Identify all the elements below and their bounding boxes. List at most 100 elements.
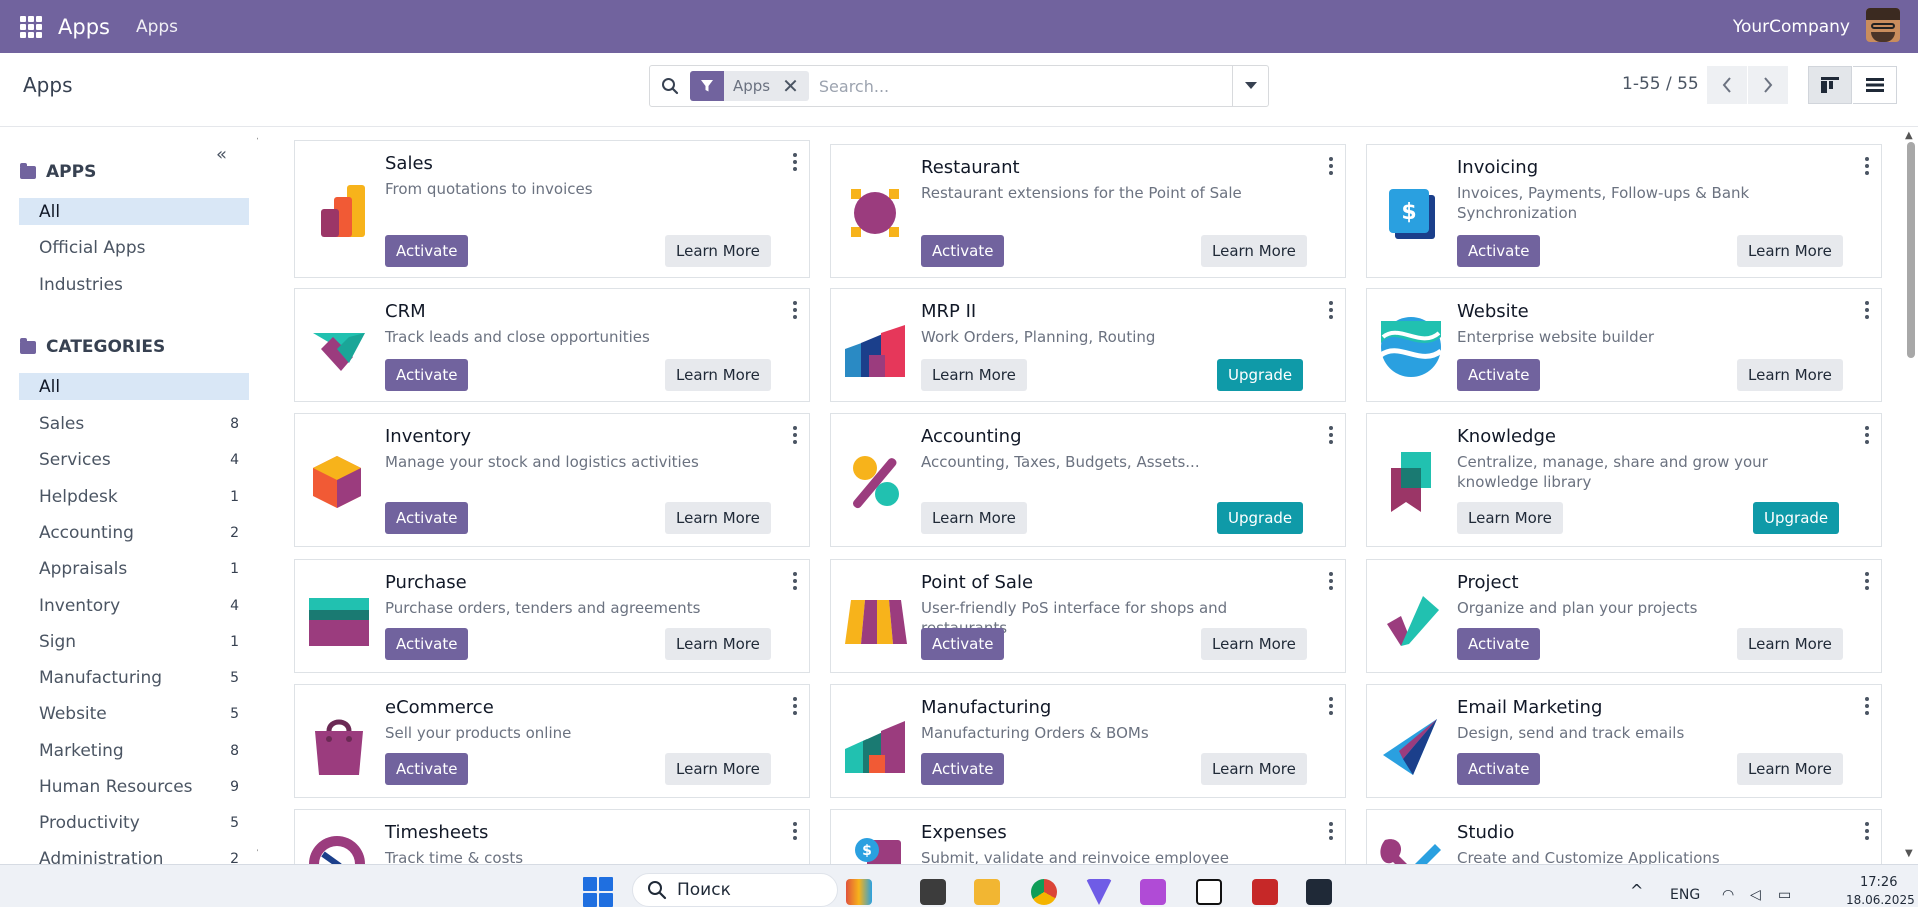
card-menu-icon[interactable]	[1329, 301, 1333, 319]
card-menu-icon[interactable]	[1329, 157, 1333, 175]
filezilla-icon[interactable]	[1252, 879, 1278, 905]
activate-button[interactable]: Activate	[921, 753, 1005, 785]
app-card-purchase[interactable]: Purchase Purchase orders, tenders and ag…	[294, 559, 810, 673]
app-card-point-of-sale[interactable]: Point of Sale User-friendly PoS interfac…	[830, 559, 1346, 673]
pager-previous-button[interactable]	[1707, 66, 1747, 104]
sidebar-scrollbar[interactable]: ▲ ▼	[256, 128, 258, 864]
sidebar-category-sign[interactable]: Sign 1	[19, 628, 249, 655]
file-explorer-icon[interactable]	[974, 879, 1000, 905]
activate-button[interactable]: Activate	[921, 628, 1005, 660]
sidebar-category-inventory[interactable]: Inventory 4	[19, 592, 249, 619]
app-card-inventory[interactable]: Inventory Manage your stock and logistic…	[294, 413, 810, 547]
card-menu-icon[interactable]	[793, 426, 797, 444]
brand-title[interactable]: Apps	[58, 15, 110, 39]
language-indicator[interactable]: ENG	[1670, 887, 1700, 903]
learn-more-button[interactable]: Learn More	[1737, 359, 1843, 391]
sidebar-category-accounting[interactable]: Accounting 2	[19, 519, 249, 546]
windows-start-icon[interactable]	[583, 877, 613, 907]
activate-button[interactable]: Activate	[1457, 359, 1541, 391]
app-card-accounting[interactable]: Accounting Accounting, Taxes, Budgets, A…	[830, 413, 1346, 547]
terminal-like-app-icon[interactable]	[920, 879, 946, 905]
battery-icon[interactable]: ▭	[1778, 887, 1791, 903]
activate-button[interactable]: Activate	[385, 359, 469, 391]
console-icon[interactable]	[1306, 879, 1332, 905]
clock-date[interactable]: 18.06.2025	[1846, 893, 1915, 907]
search-options-toggle[interactable]	[1232, 66, 1268, 106]
clock-time[interactable]: 17:26	[1860, 875, 1897, 890]
app-card-manufacturing[interactable]: Manufacturing Manufacturing Orders & BOM…	[830, 684, 1346, 798]
activate-button[interactable]: Activate	[385, 753, 469, 785]
learn-more-button[interactable]: Learn More	[1737, 628, 1843, 660]
app-menu-grid-icon[interactable]	[20, 15, 42, 38]
learn-more-button[interactable]: Learn More	[1457, 502, 1563, 534]
card-menu-icon[interactable]	[793, 153, 797, 171]
card-menu-icon[interactable]	[1329, 572, 1333, 590]
upgrade-button[interactable]: Upgrade	[1217, 359, 1304, 391]
app-card-email-marketing[interactable]: Email Marketing Design, send and track e…	[1366, 684, 1882, 798]
learn-more-button[interactable]: Learn More	[921, 502, 1027, 534]
activate-button[interactable]: Activate	[385, 502, 469, 534]
scroll-thumb[interactable]	[1907, 142, 1915, 358]
sidebar-category-all[interactable]: All	[19, 373, 249, 400]
chrome-icon[interactable]	[1031, 879, 1057, 905]
activate-button[interactable]: Activate	[1457, 235, 1541, 267]
card-menu-icon[interactable]	[793, 822, 797, 840]
app-card-sales[interactable]: Sales From quotations to invoices Activa…	[294, 140, 810, 278]
taskbar-search[interactable]: Поиск	[632, 873, 838, 907]
card-menu-icon[interactable]	[793, 697, 797, 715]
sidebar-category-human-resources[interactable]: Human Resources 9	[19, 773, 249, 800]
card-menu-icon[interactable]	[1865, 572, 1869, 590]
volume-icon[interactable]: ◁	[1750, 887, 1761, 903]
company-switcher[interactable]: YourCompany	[1733, 17, 1850, 37]
card-menu-icon[interactable]	[1865, 157, 1869, 175]
app-card-project[interactable]: Project Organize and plan your projects …	[1366, 559, 1882, 673]
kanban-view-button[interactable]	[1808, 66, 1852, 104]
learn-more-button[interactable]: Learn More	[1737, 235, 1843, 267]
activate-button[interactable]: Activate	[385, 235, 469, 267]
pager-value[interactable]: 1-55 / 55	[1622, 74, 1699, 94]
app-card-restaurant[interactable]: Restaurant Restaurant extensions for the…	[830, 144, 1346, 278]
scroll-up-icon[interactable]: ▲	[1905, 130, 1913, 141]
search-bar[interactable]: Apps ✕	[649, 65, 1269, 107]
sidebar-category-manufacturing[interactable]: Manufacturing 5	[19, 664, 249, 691]
main-scrollbar[interactable]: ▲ ▼	[1904, 128, 1916, 864]
card-menu-icon[interactable]	[1865, 822, 1869, 840]
list-view-button[interactable]	[1853, 66, 1897, 104]
app-card-website[interactable]: Website Enterprise website builder Activ…	[1366, 288, 1882, 402]
card-menu-icon[interactable]	[1329, 822, 1333, 840]
collapse-sidebar-icon[interactable]: «	[216, 144, 227, 165]
learn-more-button[interactable]: Learn More	[921, 359, 1027, 391]
sidebar-category-appraisals[interactable]: Appraisals 1	[19, 555, 249, 582]
menu-item-apps[interactable]: Apps	[136, 17, 178, 37]
user-avatar[interactable]	[1866, 8, 1900, 42]
learn-more-button[interactable]: Learn More	[665, 502, 771, 534]
scroll-down-icon[interactable]: ▼	[1905, 848, 1913, 859]
upgrade-button[interactable]: Upgrade	[1753, 502, 1840, 534]
sidebar-item-industries[interactable]: Industries	[19, 271, 249, 298]
card-menu-icon[interactable]	[793, 572, 797, 590]
learn-more-button[interactable]: Learn More	[1201, 628, 1307, 660]
app-card-invoicing[interactable]: $ Invoicing Invoices, Payments, Follow-u…	[1366, 144, 1882, 278]
activate-button[interactable]: Activate	[921, 235, 1005, 267]
sidebar-category-marketing[interactable]: Marketing 8	[19, 737, 249, 764]
snipping-tool-icon[interactable]	[1140, 879, 1166, 905]
pager-next-button[interactable]	[1748, 66, 1788, 104]
activate-button[interactable]: Activate	[385, 628, 469, 660]
books-app-icon[interactable]	[846, 879, 872, 905]
notion-icon[interactable]	[1196, 879, 1222, 905]
card-menu-icon[interactable]	[1329, 426, 1333, 444]
activate-button[interactable]: Activate	[1457, 628, 1541, 660]
card-menu-icon[interactable]	[1865, 301, 1869, 319]
card-menu-icon[interactable]	[1865, 426, 1869, 444]
sidebar-category-productivity[interactable]: Productivity 5	[19, 809, 249, 836]
learn-more-button[interactable]: Learn More	[1737, 753, 1843, 785]
sidebar-item-official-apps[interactable]: Official Apps	[19, 234, 249, 261]
app-card-studio[interactable]: Studio Create and Customize Applications	[1366, 809, 1882, 864]
search-icon[interactable]	[650, 77, 690, 95]
app-card-crm[interactable]: CRM Track leads and close opportunities …	[294, 288, 810, 402]
learn-more-button[interactable]: Learn More	[665, 235, 771, 267]
learn-more-button[interactable]: Learn More	[665, 753, 771, 785]
learn-more-button[interactable]: Learn More	[1201, 235, 1307, 267]
sidebar-category-services[interactable]: Services 4	[19, 446, 249, 473]
app-card-ecommerce[interactable]: eCommerce Sell your products online Acti…	[294, 684, 810, 798]
